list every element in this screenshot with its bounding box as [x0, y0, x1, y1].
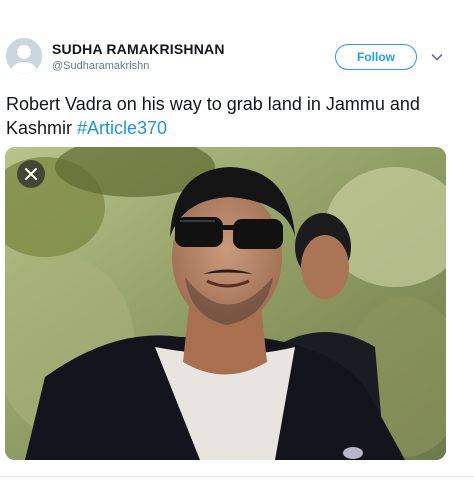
default-avatar-icon — [6, 38, 42, 74]
close-media-button[interactable] — [17, 160, 45, 188]
author-name[interactable]: SUDHA RAMAKRISHNAN — [52, 41, 225, 57]
photo-image — [5, 147, 446, 460]
tweet-body: Robert Vadra on his way to grab land in … — [6, 94, 420, 138]
follow-button-label: Follow — [357, 50, 395, 64]
divider — [0, 476, 474, 477]
tweet-photo[interactable] — [5, 147, 446, 460]
author-handle[interactable]: @Sudharamakrishn — [52, 60, 149, 72]
close-icon — [25, 168, 37, 180]
tweet-card: SUDHA RAMAKRISHNAN @Sudharamakrishn Foll… — [0, 0, 474, 482]
chevron-down-icon[interactable] — [430, 50, 444, 64]
follow-button[interactable]: Follow — [335, 44, 417, 70]
hashtag-link[interactable]: #Article370 — [77, 118, 167, 138]
tweet-text: Robert Vadra on his way to grab land in … — [6, 92, 446, 140]
avatar[interactable] — [6, 38, 42, 74]
